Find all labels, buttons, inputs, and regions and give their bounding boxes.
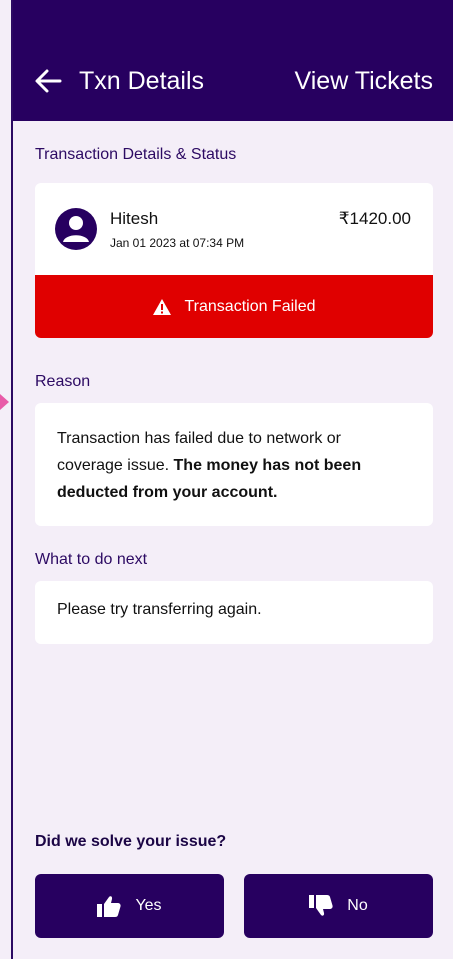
transaction-date: Jan 01 2023 at 07:34 PM — [110, 236, 245, 250]
no-button[interactable]: No — [244, 874, 433, 938]
no-button-label: No — [347, 897, 368, 914]
avatar-icon — [55, 208, 97, 250]
transaction-card: Hitesh Jan 01 2023 at 07:34 PM ₹1420.00 … — [35, 183, 433, 338]
yes-button-label: Yes — [135, 897, 162, 914]
view-tickets-button[interactable]: View Tickets — [295, 66, 433, 96]
page-title: Txn Details — [79, 67, 205, 95]
yes-button[interactable]: Yes — [35, 874, 224, 938]
next-steps-card: Please try transferring again. — [35, 581, 433, 644]
reason-section-label: Reason — [35, 373, 91, 390]
status-banner: Transaction Failed — [35, 275, 433, 338]
edge-marker — [0, 394, 9, 410]
left-edge-rule — [11, 0, 13, 959]
status-text: Transaction Failed — [184, 297, 316, 315]
next-steps-text: Please try transferring again. — [57, 601, 262, 618]
payee-name: Hitesh — [110, 209, 159, 228]
feedback-question: Did we solve your issue? — [35, 833, 227, 850]
thumbs-down-icon — [309, 895, 333, 916]
thumbs-up-icon — [97, 896, 122, 917]
reason-card: Transaction has failed due to network or… — [35, 403, 433, 526]
back-arrow-icon[interactable] — [33, 66, 63, 96]
transaction-section-label: Transaction Details & Status — [35, 146, 237, 163]
next-section-label: What to do next — [35, 551, 148, 568]
transaction-amount: ₹1420.00 — [338, 209, 411, 228]
warning-icon — [153, 298, 172, 315]
reason-text: Transaction has failed due to network or… — [57, 425, 411, 506]
app-bar: Txn Details View Tickets — [13, 0, 453, 121]
